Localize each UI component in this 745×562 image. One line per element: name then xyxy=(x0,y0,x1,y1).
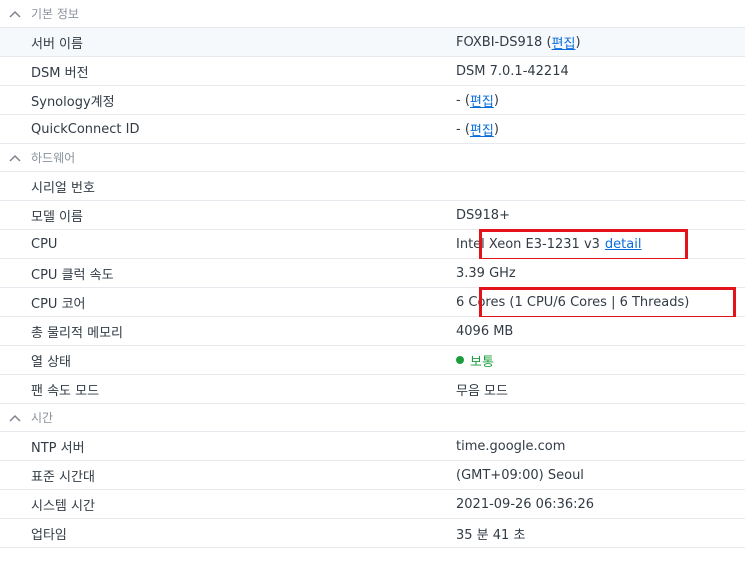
info-row-cpu-clock: CPU 클럭 속도 3.39 GHz xyxy=(0,259,745,288)
info-row-dsm-version: DSM 버전 DSM 7.0.1-42214 xyxy=(0,57,745,86)
paren-open: ( xyxy=(542,34,552,50)
paren-open: ( xyxy=(460,92,470,108)
row-value: DS918+ xyxy=(456,207,510,223)
info-row-memory: 총 물리적 메모리 4096 MB xyxy=(0,317,745,346)
paren-close: ) xyxy=(575,34,581,50)
row-value: 무음 모드 xyxy=(456,383,508,399)
row-label: 표준 시간대 xyxy=(31,469,95,485)
edit-server-name-link[interactable]: 편집 xyxy=(552,33,576,52)
row-value: 35 분 41 초 xyxy=(456,527,526,543)
row-label: 총 물리적 메모리 xyxy=(31,325,123,341)
info-row-ntp-server: NTP 서버 time.google.com xyxy=(0,432,745,461)
paren-close: ) xyxy=(493,121,499,137)
section-header-time[interactable]: 시간 xyxy=(0,404,745,432)
info-row-serial-number: 시리얼 번호 xyxy=(0,172,745,201)
section-title: 시간 xyxy=(31,411,54,425)
row-label: CPU 클럭 속도 xyxy=(31,267,114,283)
row-value: (GMT+09:00) Seoul xyxy=(456,467,584,483)
cpu-model-value: Intel Xeon E3-1231 v3 xyxy=(456,236,600,252)
paren-close: ) xyxy=(493,92,499,108)
server-name-value: FOXBI-DS918 xyxy=(456,34,543,50)
row-label: 서버 이름 xyxy=(31,36,83,52)
row-label: NTP 서버 xyxy=(31,440,85,456)
row-label: 시스템 시간 xyxy=(31,498,95,514)
info-row-cpu-cores: CPU 코어 6 Cores (1 CPU/6 Cores | 6 Thread… xyxy=(0,287,745,319)
row-value: Intel Xeon E3-1231 v3 detail xyxy=(456,237,641,252)
row-label: QuickConnect ID xyxy=(31,121,140,137)
row-value: - ( 편집 ) xyxy=(456,91,499,110)
info-row-cpu: CPU Intel Xeon E3-1231 v3 detail xyxy=(0,229,745,261)
row-value: FOXBI-DS918 ( 편집 ) xyxy=(456,33,581,52)
section-title: 기본 정보 xyxy=(31,7,79,21)
thermal-status-value: 보통 xyxy=(470,354,494,370)
row-value: 6 Cores (1 CPU/6 Cores | 6 Threads) xyxy=(456,294,690,310)
info-panel: 기본 정보 서버 이름 FOXBI-DS918 ( 편집 ) DSM 버전 DS… xyxy=(0,0,745,548)
row-value: 4096 MB xyxy=(456,323,514,339)
row-value: - ( 편집 ) xyxy=(456,120,499,139)
row-label: Synology계정 xyxy=(31,94,115,110)
row-label: 열 상태 xyxy=(31,354,72,370)
row-label: CPU xyxy=(31,236,58,252)
cpu-detail-link[interactable]: detail xyxy=(605,237,642,252)
chevron-up-icon[interactable] xyxy=(8,411,22,425)
row-value: time.google.com xyxy=(456,438,566,454)
row-value: 3.39 GHz xyxy=(456,265,516,281)
info-row-timezone: 표준 시간대 (GMT+09:00) Seoul xyxy=(0,461,745,490)
row-value: DSM 7.0.1-42214 xyxy=(456,63,569,79)
edit-quickconnect-link[interactable]: 편집 xyxy=(470,120,494,139)
info-row-synology-account: Synology계정 - ( 편집 ) xyxy=(0,86,745,115)
status-dot-icon xyxy=(456,356,464,364)
section-header-hardware[interactable]: 하드웨어 xyxy=(0,144,745,172)
chevron-up-icon[interactable] xyxy=(8,151,22,165)
info-row-model-name: 모델 이름 DS918+ xyxy=(0,201,745,230)
row-label: 팬 속도 모드 xyxy=(31,383,100,399)
info-row-uptime: 업타임 35 분 41 초 xyxy=(0,519,745,548)
section-header-basic[interactable]: 기본 정보 xyxy=(0,0,745,28)
row-label: CPU 코어 xyxy=(31,296,86,312)
info-row-fan-mode: 팬 속도 모드 무음 모드 xyxy=(0,375,745,404)
row-value: 2021-09-26 06:36:26 xyxy=(456,496,595,512)
row-value: 보통 xyxy=(456,351,494,370)
info-row-server-name: 서버 이름 FOXBI-DS918 ( 편집 ) xyxy=(0,28,745,57)
info-row-quickconnect-id: QuickConnect ID - ( 편집 ) xyxy=(0,115,745,144)
edit-synology-account-link[interactable]: 편집 xyxy=(470,91,494,110)
row-label: DSM 버전 xyxy=(31,65,89,81)
info-row-thermal-status: 열 상태 보통 xyxy=(0,346,745,375)
row-label: 업타임 xyxy=(31,527,67,543)
chevron-up-icon[interactable] xyxy=(8,7,22,21)
row-label: 모델 이름 xyxy=(31,209,83,225)
info-row-system-time: 시스템 시간 2021-09-26 06:36:26 xyxy=(0,490,745,519)
paren-open: ( xyxy=(460,121,470,137)
section-title: 하드웨어 xyxy=(31,151,76,165)
row-label: 시리얼 번호 xyxy=(31,180,95,196)
